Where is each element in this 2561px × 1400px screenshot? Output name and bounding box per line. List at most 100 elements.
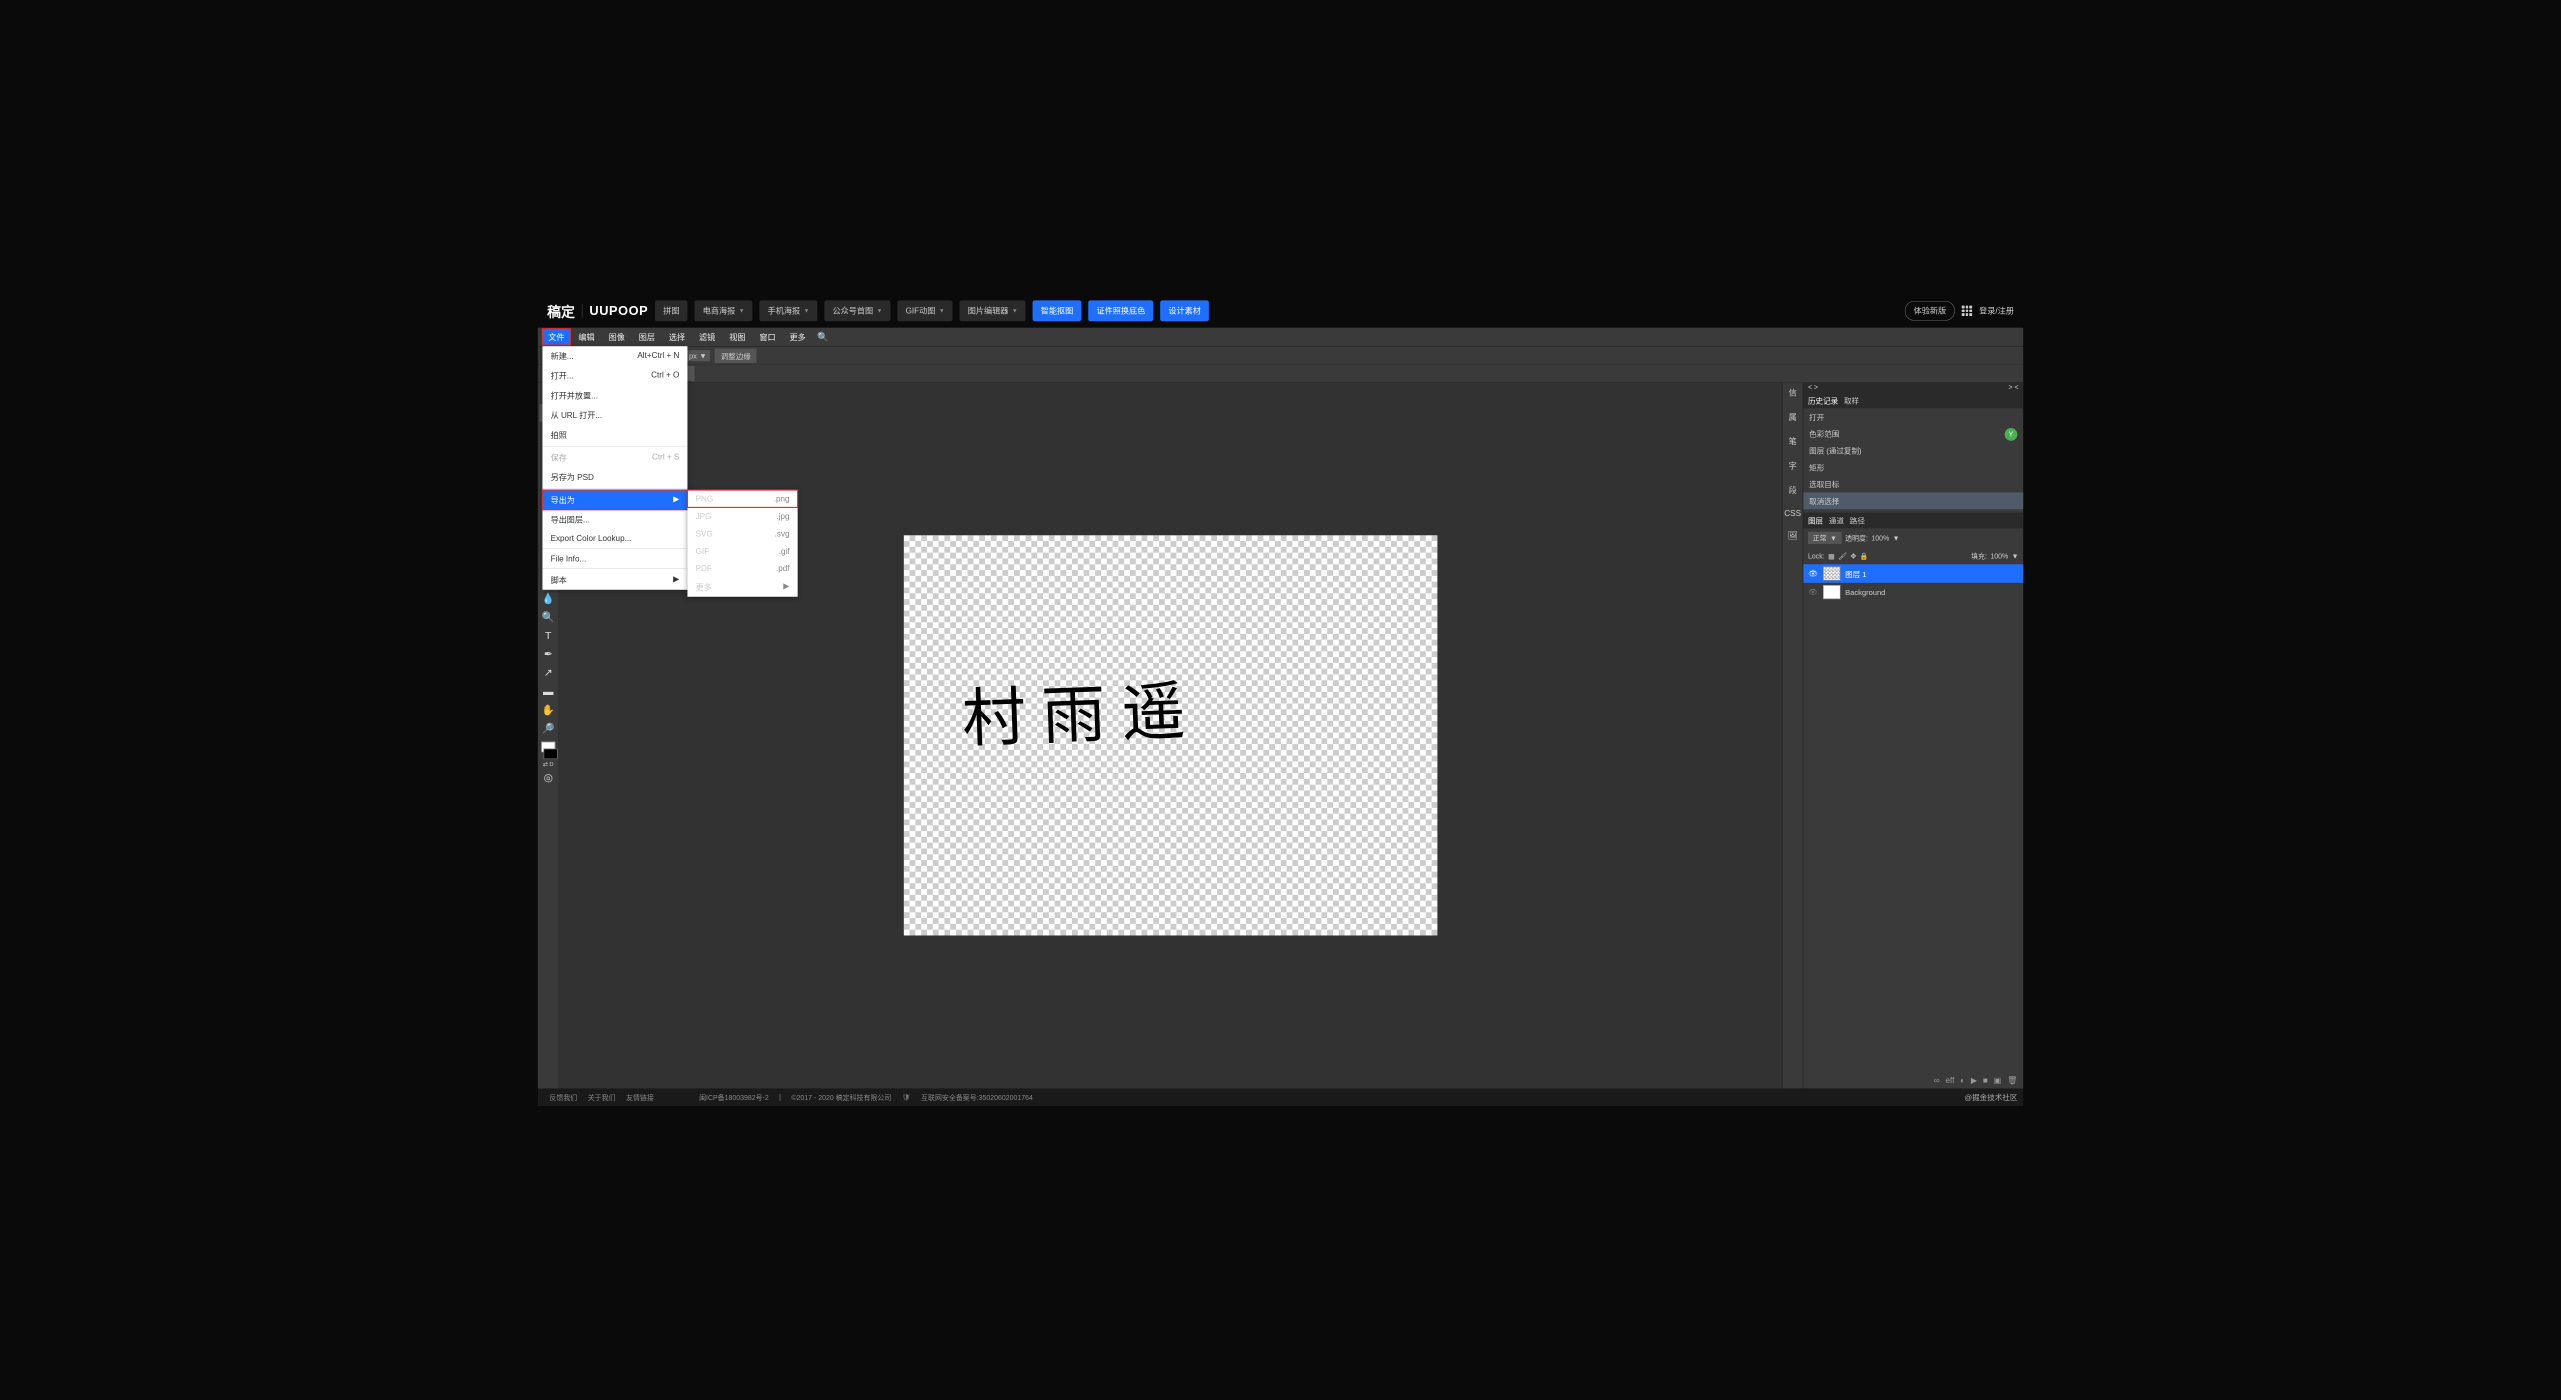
tab-paths[interactable]: 路径 [1850,515,1865,526]
fill-value[interactable]: 100% [1990,552,2008,560]
menu-item[interactable]: 打开...Ctrl + O [542,366,687,386]
history-item[interactable]: 打开 [1803,408,2023,425]
export-option[interactable]: PDF.pdf [687,560,797,577]
tab-history[interactable]: 历史记录 [1808,395,1838,406]
nav-pintu[interactable]: 拼图 [655,300,687,321]
trash-icon[interactable]: 🗑 [2007,1075,2017,1085]
export-option[interactable]: PNG.png [687,490,797,507]
lock-brush-icon[interactable]: 🖌 [1838,552,1847,560]
pen-tool[interactable]: ✒ [540,645,557,662]
history-item[interactable]: 色彩范围Y [1803,425,2023,442]
nav-editor[interactable]: 图片编辑器▼ [960,300,1026,321]
dodge-tool[interactable]: 🔍 [540,608,557,625]
quickmask-tool[interactable]: ◎ [540,769,557,786]
canvas[interactable]: 村 雨 遥 [904,535,1438,935]
nav-cutout[interactable]: 智能抠图 [1033,300,1082,321]
panel-collapse[interactable]: < >> < [1803,382,2023,392]
menu-item[interactable]: 新建...Alt+Ctrl + N [542,346,687,366]
rt-char[interactable]: 字 [1789,460,1797,472]
folder-icon[interactable]: ■ [1983,1075,1988,1085]
nav-idphoto[interactable]: 证件照换底色 [1088,300,1153,321]
visibility-icon[interactable]: 👁 [1808,569,1818,578]
menu-item[interactable]: 另存为 PSD [542,467,687,487]
adjust-icon[interactable]: ▶ [1971,1075,1977,1085]
menu-item[interactable]: 打开并放置... [542,386,687,406]
fx-icon[interactable]: eff [1945,1075,1954,1085]
hand-tool[interactable]: ✋ [540,701,557,718]
footer: 反馈我们 关于我们 友情链接 闽ICP备18003982号-2 | ©2017 … [538,1089,2023,1106]
blend-mode-select[interactable]: 正常▼ [1808,532,1842,544]
history-item[interactable]: 图层 (通过复制) [1803,442,2023,459]
menu-view[interactable]: 视图 [723,329,751,345]
history-item[interactable]: 选取目标 [1803,476,2023,493]
type-tool[interactable]: T [540,627,557,644]
unit-select[interactable]: px▼ [685,350,710,361]
footer-links[interactable]: 友情链接 [626,1092,654,1102]
footer-about[interactable]: 关于我们 [588,1092,616,1102]
rt-css[interactable]: CSS [1784,509,1801,518]
export-option[interactable]: JPG.jpg [687,507,797,524]
lock-all-icon[interactable]: 🔒 [1860,552,1869,560]
mask-icon[interactable]: ◐ [1960,1075,1965,1085]
blur-tool[interactable]: 💧 [540,590,557,607]
history-item[interactable]: 矩形 [1803,459,2023,476]
layer-row[interactable]: 👁 图层 1 [1803,564,2023,583]
menu-image[interactable]: 图像 [603,329,631,345]
menu-file[interactable]: 文件 [542,329,570,345]
footer-icp[interactable]: 闽ICP备18003982号-2 [699,1092,769,1102]
menu-window[interactable]: 窗口 [754,329,782,345]
menu-item[interactable]: File Info... [542,550,687,567]
menu-edit[interactable]: 编辑 [573,329,601,345]
swap-colors[interactable]: ⇄ D [543,761,554,767]
lock-pixels-icon[interactable]: ▦ [1828,552,1835,560]
menu-item[interactable]: 拍照 [542,425,687,445]
new-layer-icon[interactable]: ▣ [1994,1075,2002,1085]
nav-wechat[interactable]: 公众号首图▼ [824,300,890,321]
zoom-tool[interactable]: 🔎 [540,720,557,737]
menu-item[interactable]: 从 URL 打开... [542,405,687,425]
footer-police[interactable]: 互联网安全备案号:35020602001764 [921,1092,1033,1102]
canvas-area[interactable]: 村 雨 遥 [559,382,1782,1088]
link-icon[interactable]: ∞ [1934,1075,1940,1085]
history-item[interactable]: 取消选择 [1803,492,2023,509]
footer-feedback[interactable]: 反馈我们 [549,1092,577,1102]
lock-position-icon[interactable]: ✥ [1851,552,1857,560]
nav-assets[interactable]: 设计素材 [1160,300,1209,321]
experience-button[interactable]: 体验新版 [1905,301,1955,321]
rt-para[interactable]: 段 [1789,484,1797,496]
layer-name[interactable]: Background [1845,588,1885,597]
menu-item[interactable]: 导出为▶ [542,490,687,510]
menu-more[interactable]: 更多 [784,329,812,345]
menu-item[interactable]: 保存Ctrl + S [542,448,687,468]
rt-brush[interactable]: 笔 [1789,436,1797,448]
tab-layers[interactable]: 图层 [1808,515,1823,526]
login-link[interactable]: 登录/注册 [1979,305,2014,317]
opacity-value[interactable]: 100% [1871,534,1889,542]
menu-filter[interactable]: 滤镜 [693,329,721,345]
layer-name[interactable]: 图层 1 [1845,568,1866,579]
export-option[interactable]: GIF.gif [687,542,797,559]
nav-mobile[interactable]: 手机海报▼ [760,300,818,321]
menu-item[interactable]: 脚本▶ [542,570,687,590]
apps-icon[interactable] [1962,306,1972,316]
nav-gif[interactable]: GIF动图▼ [897,300,952,321]
nav-ecommerce[interactable]: 电商海报▼ [695,300,753,321]
layer-row[interactable]: 👁 Background [1803,583,2023,602]
search-icon[interactable]: 🔍 [817,331,829,343]
refine-edge-button[interactable]: 调整边缘 [715,349,757,364]
menu-layer[interactable]: 图层 [633,329,661,345]
menu-item[interactable]: 导出图层... [542,510,687,530]
shape-tool[interactable]: ▬ [540,683,557,700]
menu-item[interactable]: Export Color Lookup... [542,529,687,546]
export-option[interactable]: SVG.svg [687,525,797,542]
rt-img-icon[interactable]: 🖼 [1787,531,1797,541]
export-option[interactable]: 更多▶ [687,577,797,597]
visibility-icon[interactable]: 👁 [1808,587,1818,596]
tab-swatches[interactable]: 取样 [1844,395,1859,406]
rt-props[interactable]: 属 [1789,411,1797,423]
path-tool[interactable]: ↗ [540,664,557,681]
rt-info[interactable]: 信 [1789,387,1797,399]
color-swatches[interactable] [539,742,558,759]
menu-select[interactable]: 选择 [663,329,691,345]
tab-channels[interactable]: 通道 [1829,515,1844,526]
